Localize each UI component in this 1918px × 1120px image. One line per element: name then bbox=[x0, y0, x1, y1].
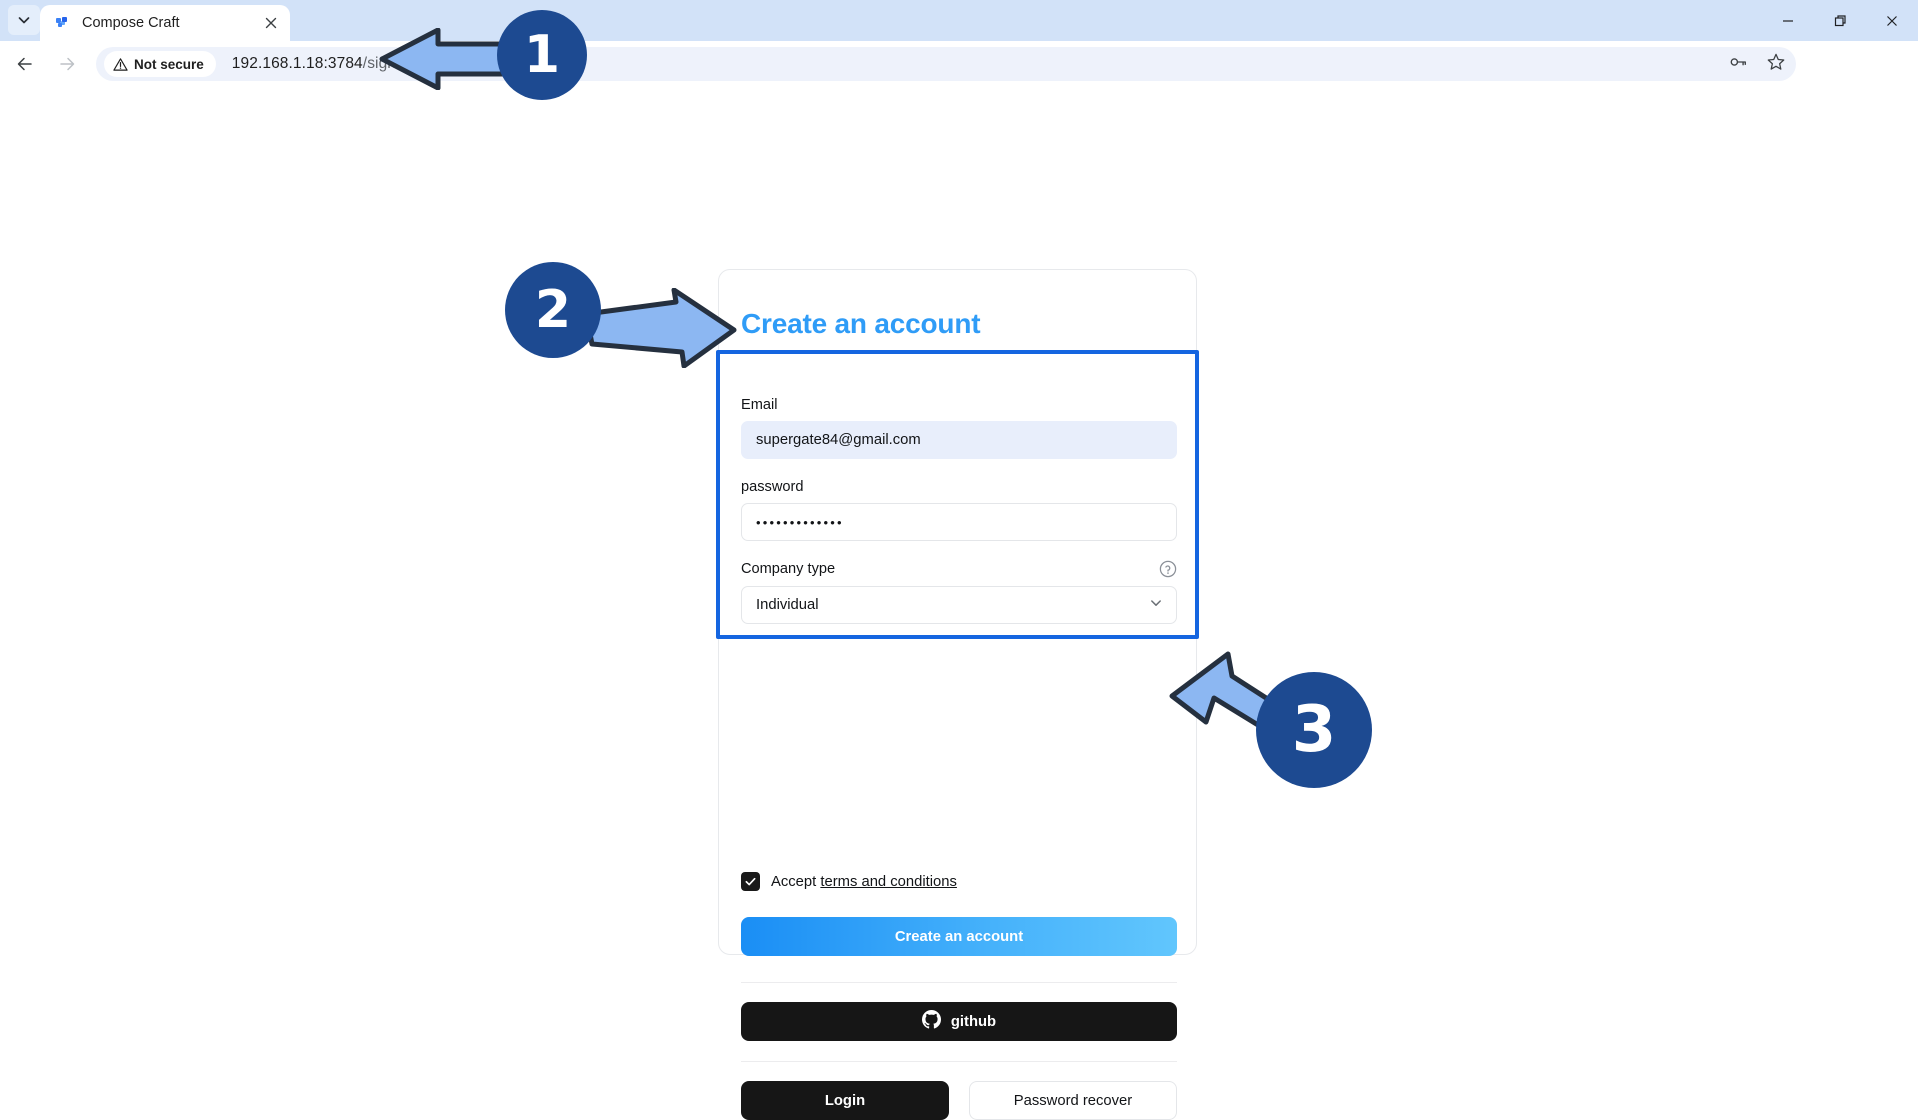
divider-top bbox=[741, 982, 1177, 983]
company-type-header: Company type bbox=[741, 560, 1177, 578]
github-icon bbox=[922, 1010, 941, 1033]
tab-strip: Compose Craft bbox=[0, 0, 1918, 41]
url-text: 192.168.1.18:3784/signin bbox=[232, 55, 409, 73]
secondary-actions: Login Password recover bbox=[741, 1081, 1177, 1120]
window-controls bbox=[1762, 0, 1918, 41]
address-bar[interactable]: Not secure 192.168.1.18:3784/signin bbox=[96, 47, 1796, 81]
password-field-group: password ••••••••••••• bbox=[741, 479, 1177, 541]
step-badge-1: 1 bbox=[497, 10, 587, 100]
github-login-button[interactable]: github bbox=[741, 1002, 1177, 1041]
terms-prefix: Accept bbox=[771, 874, 816, 890]
star-icon[interactable] bbox=[1766, 52, 1786, 77]
chevron-down-icon bbox=[16, 12, 32, 28]
company-type-value: Individual bbox=[756, 597, 819, 613]
signup-card: Create an account Email supergate84@gmai… bbox=[718, 269, 1197, 955]
terms-label: Accept terms and conditions bbox=[771, 874, 957, 890]
security-status-label: Not secure bbox=[134, 57, 204, 72]
password-value: ••••••••••••• bbox=[756, 515, 844, 530]
browser-toolbar: Not secure 192.168.1.18:3784/signin bbox=[0, 41, 1918, 87]
browser-tab[interactable]: Compose Craft bbox=[40, 5, 290, 41]
tab-title: Compose Craft bbox=[82, 15, 260, 31]
divider-bottom bbox=[741, 1061, 1177, 1062]
page-content: Create an account Email supergate84@gmai… bbox=[0, 87, 1918, 1026]
checkmark-icon bbox=[744, 875, 757, 888]
omnibox-actions bbox=[1728, 47, 1786, 81]
forward-arrow-icon[interactable] bbox=[50, 47, 84, 81]
close-button[interactable] bbox=[1866, 0, 1918, 41]
password-recover-button[interactable]: Password recover bbox=[969, 1081, 1177, 1120]
company-type-select[interactable]: Individual bbox=[741, 586, 1177, 624]
company-type-label: Company type bbox=[741, 561, 835, 577]
browser-window: Compose Craft bbox=[0, 0, 1918, 1026]
email-field-group: Email supergate84@gmail.com bbox=[741, 397, 1177, 459]
email-label: Email bbox=[741, 397, 1177, 413]
company-type-group: Company type Individual bbox=[741, 560, 1177, 624]
security-status-chip[interactable]: Not secure bbox=[104, 51, 216, 77]
close-icon[interactable] bbox=[260, 12, 282, 34]
warning-triangle-icon bbox=[113, 57, 128, 72]
terms-checkbox[interactable] bbox=[741, 872, 760, 891]
minimize-button[interactable] bbox=[1762, 0, 1814, 41]
password-key-icon[interactable] bbox=[1728, 52, 1748, 77]
login-button[interactable]: Login bbox=[741, 1081, 949, 1120]
password-field[interactable]: ••••••••••••• bbox=[741, 503, 1177, 541]
terms-row: Accept terms and conditions bbox=[741, 872, 1177, 891]
back-arrow-icon[interactable] bbox=[8, 47, 42, 81]
email-field[interactable]: supergate84@gmail.com bbox=[741, 421, 1177, 459]
password-label: password bbox=[741, 479, 1177, 495]
email-value: supergate84@gmail.com bbox=[756, 432, 921, 448]
compose-craft-favicon bbox=[54, 14, 72, 32]
chevron-down-icon bbox=[1148, 595, 1164, 615]
github-button-label: github bbox=[951, 1014, 996, 1030]
create-account-button[interactable]: Create an account bbox=[741, 917, 1177, 956]
tab-search-button[interactable] bbox=[8, 5, 40, 35]
page-title: Create an account bbox=[741, 308, 980, 340]
maximize-button[interactable] bbox=[1814, 0, 1866, 41]
step-badge-3: 3 bbox=[1256, 672, 1372, 788]
question-circle-icon[interactable] bbox=[1159, 560, 1177, 578]
terms-and-conditions-link[interactable]: terms and conditions bbox=[820, 874, 957, 890]
step-badge-2: 2 bbox=[505, 262, 601, 358]
